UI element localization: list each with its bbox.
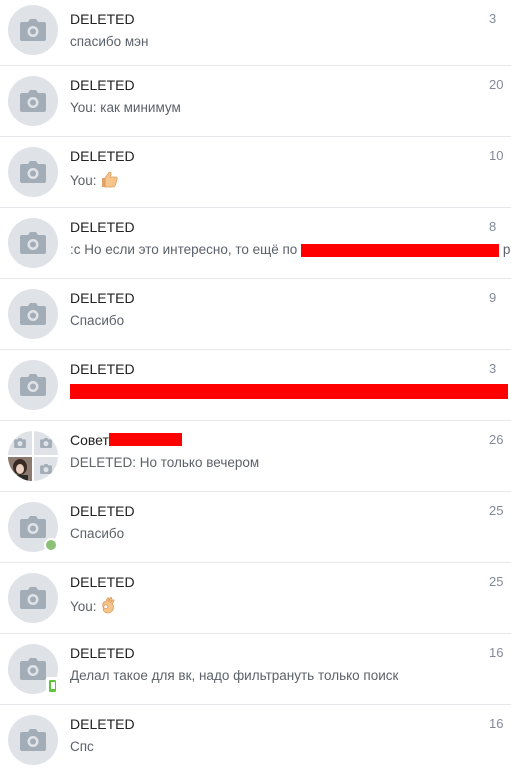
conversation-item[interactable]: DELETED Делал такое для вк, надо фильтра… bbox=[0, 634, 511, 705]
online-status-icon bbox=[44, 538, 58, 552]
message-time: 16 bbox=[489, 645, 504, 660]
message-time: 25 bbox=[489, 574, 504, 589]
avatar-tile bbox=[8, 431, 32, 455]
user-photo bbox=[8, 457, 32, 481]
message-snippet: Спасибо bbox=[70, 313, 125, 328]
snippet-text: You: bbox=[70, 173, 101, 188]
conversation-name[interactable]: Совет bbox=[70, 432, 182, 448]
message-snippet: Делал такое для вк, надо фильтрануть тол… bbox=[70, 668, 399, 683]
message-snippet: You: bbox=[70, 597, 511, 614]
conversation-item[interactable]: DELETED You: 10 bbox=[0, 137, 511, 208]
message-time: 25 bbox=[489, 503, 504, 518]
message-time: 9 bbox=[489, 290, 497, 305]
message-snippet: Спасибо bbox=[70, 526, 125, 541]
message-snippet bbox=[70, 383, 511, 399]
conversation-name[interactable]: DELETED bbox=[70, 77, 135, 93]
avatar[interactable] bbox=[8, 76, 58, 126]
conversation-name[interactable]: DELETED bbox=[70, 219, 135, 235]
camera-icon bbox=[20, 303, 46, 325]
conversation-name[interactable]: DELETED bbox=[70, 503, 135, 519]
ok-hand-emoji-icon bbox=[102, 597, 115, 614]
conversation-item[interactable]: DELETED You: как минимум 20 bbox=[0, 66, 511, 137]
message-snippet: DELETED: Но только вечером bbox=[70, 455, 260, 470]
conversation-item[interactable]: DELETED Спасибо 25 bbox=[0, 492, 511, 563]
redaction-bar bbox=[301, 243, 500, 257]
avatar[interactable] bbox=[8, 644, 59, 695]
message-time: 26 bbox=[489, 432, 504, 447]
avatar[interactable] bbox=[8, 573, 58, 623]
group-avatar[interactable] bbox=[8, 431, 58, 481]
camera-icon bbox=[40, 438, 52, 448]
camera-icon bbox=[20, 729, 46, 751]
message-snippet: :c Но если это интересно, то ещё по р bbox=[70, 242, 511, 257]
message-snippet: Спс bbox=[70, 739, 94, 754]
conversation-name[interactable]: DELETED bbox=[70, 11, 135, 27]
avatar-tile bbox=[34, 431, 58, 455]
conversation-list: DELETED спасибо мэн 3 DELETED You: как м… bbox=[0, 0, 511, 776]
avatar-tile bbox=[34, 457, 58, 481]
camera-icon bbox=[20, 19, 46, 41]
camera-icon bbox=[20, 232, 46, 254]
camera-icon bbox=[40, 464, 52, 474]
redaction-bar bbox=[108, 433, 182, 446]
camera-icon bbox=[20, 587, 46, 609]
avatar[interactable] bbox=[8, 289, 58, 339]
message-time: 20 bbox=[489, 77, 504, 92]
message-snippet: You: bbox=[70, 171, 511, 188]
message-time: 3 bbox=[489, 361, 497, 376]
camera-icon bbox=[20, 161, 46, 183]
avatar[interactable] bbox=[8, 218, 58, 268]
message-time: 16 bbox=[489, 716, 504, 731]
conversation-item[interactable]: DELETED спасибо мэн 3 bbox=[0, 0, 511, 66]
conversation-item[interactable]: DELETED You: 25 bbox=[0, 563, 511, 634]
message-snippet: спасибо мэн bbox=[70, 34, 149, 49]
conversation-item[interactable]: DELETED Спасибо 9 bbox=[0, 279, 511, 350]
camera-icon bbox=[20, 90, 46, 112]
conversation-name[interactable]: DELETED bbox=[70, 148, 135, 164]
mobile-online-icon bbox=[46, 677, 59, 695]
avatar[interactable] bbox=[8, 147, 58, 197]
snippet-text: :c Но если это интересно, то ещё по bbox=[70, 242, 298, 257]
conversation-name[interactable]: DELETED bbox=[70, 574, 135, 590]
message-time: 8 bbox=[489, 219, 497, 234]
avatar[interactable] bbox=[8, 715, 58, 765]
conversation-name[interactable]: DELETED bbox=[70, 290, 135, 306]
message-snippet: You: как минимум bbox=[70, 100, 181, 115]
avatar[interactable] bbox=[8, 360, 58, 410]
message-time: 10 bbox=[489, 148, 504, 163]
snippet-text: You: bbox=[70, 599, 101, 614]
avatar[interactable] bbox=[8, 502, 58, 552]
conversation-item[interactable]: Совет DELETED: Но только вечером 26 bbox=[0, 421, 511, 492]
camera-icon bbox=[20, 374, 46, 396]
conversation-item[interactable]: DELETED Спс 16 bbox=[0, 705, 511, 776]
conversation-name[interactable]: DELETED bbox=[70, 645, 135, 661]
camera-icon bbox=[20, 658, 46, 680]
conversation-name[interactable]: DELETED bbox=[70, 361, 135, 377]
thumbs-up-emoji-icon bbox=[102, 171, 118, 188]
redaction-bar bbox=[70, 383, 508, 399]
conversation-name[interactable]: DELETED bbox=[70, 716, 135, 732]
conversation-item[interactable]: DELETED 3 bbox=[0, 350, 511, 421]
camera-icon bbox=[20, 516, 46, 538]
camera-icon bbox=[14, 438, 26, 448]
message-time: 3 bbox=[489, 11, 497, 26]
conversation-item[interactable]: DELETED :c Но если это интересно, то ещё… bbox=[0, 208, 511, 279]
avatar[interactable] bbox=[8, 5, 58, 55]
chat-title: Совет bbox=[70, 432, 109, 448]
snippet-tail: р bbox=[502, 242, 511, 257]
person-photo-icon bbox=[8, 457, 32, 481]
